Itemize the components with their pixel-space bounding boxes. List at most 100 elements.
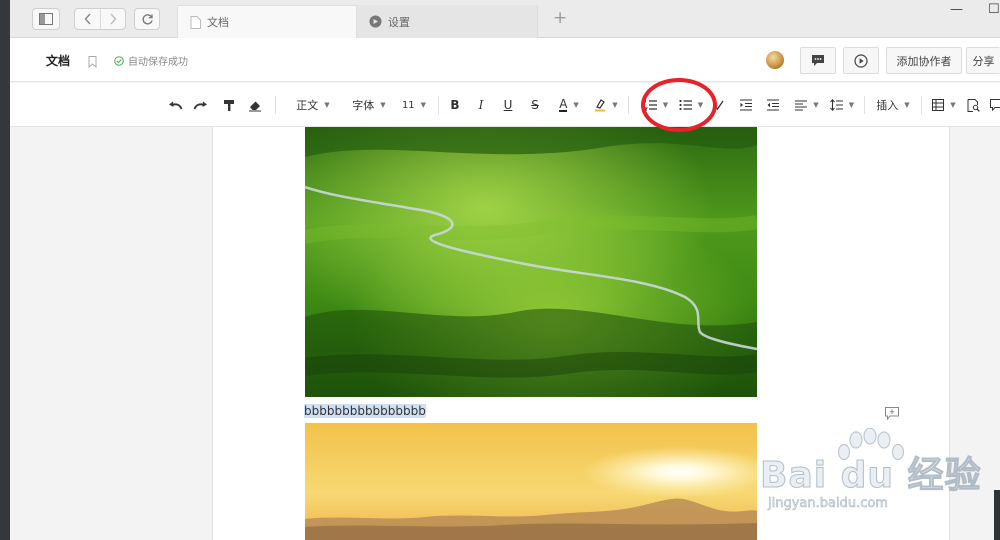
indent-decrease-button[interactable] <box>766 97 780 113</box>
font-color-dropdown[interactable]: A ▼ <box>554 97 584 113</box>
present-button[interactable] <box>843 47 879 74</box>
sunset-image <box>305 423 757 540</box>
caret-down-icon: ▼ <box>573 101 579 109</box>
strikethrough-button[interactable]: S <box>528 97 542 113</box>
insert-dropdown[interactable]: 插入 ▼ <box>876 97 910 113</box>
comment-insert-button[interactable] <box>990 97 1000 113</box>
formatting-toolbar: 正文 ▼ 字体 ▼ 11 ▼ B I U S A ▼ ▼ ▼ ▼ ▼ ▼ 插入 … <box>10 83 1000 127</box>
font-size-dropdown[interactable]: 11 ▼ <box>400 97 428 113</box>
separator <box>275 96 276 114</box>
bold-button[interactable]: B <box>448 97 462 113</box>
minimize-button[interactable]: — <box>950 2 963 17</box>
align-left-icon <box>795 99 808 111</box>
add-comment-icon[interactable] <box>885 405 899 424</box>
caret-down-icon: ▼ <box>697 101 704 109</box>
chevron-right-icon <box>110 13 117 25</box>
baidu-jingyan-watermark: Bai du 经验 jingyan.baidu.com <box>760 427 981 524</box>
bookmark-icon[interactable] <box>88 53 97 72</box>
separator <box>921 96 922 114</box>
app-window: 文档 设置 + — ☐ 文档 自动保存成功 添加协作者 分享 正文 ▼ 字体 ▼… <box>10 0 1000 540</box>
refresh-icon <box>142 13 153 24</box>
forward-button[interactable] <box>100 9 125 29</box>
save-status-text: 自动保存成功 <box>128 57 188 68</box>
indent-increase-icon <box>740 99 752 111</box>
table-dropdown[interactable]: ▼ <box>931 97 957 113</box>
caret-down-icon: ▼ <box>813 101 819 109</box>
line-spacing-icon <box>829 99 843 111</box>
insert-label: 插入 <box>876 99 899 112</box>
caret-down-icon: ▼ <box>904 101 910 109</box>
green-hills-image <box>305 127 757 397</box>
separator <box>628 96 629 114</box>
refresh-button[interactable] <box>134 8 160 30</box>
document-title[interactable]: 文档 <box>46 52 70 69</box>
caret-down-icon: ▼ <box>380 101 386 109</box>
font-family-dropdown[interactable]: 字体 ▼ <box>348 97 390 113</box>
document-text-line[interactable]: bbbbbbbbbbbbbbbb <box>304 404 426 418</box>
new-tab-button[interactable]: + <box>553 10 567 27</box>
scrollbar-track[interactable] <box>994 490 1000 540</box>
bulleted-list-dropdown[interactable]: ▼ <box>676 97 706 113</box>
add-collaborator-button[interactable]: 添加协作者 <box>886 47 962 74</box>
caret-down-icon: ▼ <box>950 101 956 109</box>
document-header: 文档 自动保存成功 添加协作者 分享 <box>10 38 1000 82</box>
document-icon <box>190 15 201 29</box>
tab-document[interactable]: 文档 <box>177 5 357 38</box>
undo-button[interactable] <box>166 97 184 113</box>
alignment-dropdown[interactable]: ▼ <box>794 97 820 113</box>
share-button[interactable]: 分享 <box>966 47 1000 74</box>
navigation-buttons <box>74 8 126 30</box>
paint-brush-icon <box>224 99 234 111</box>
checklist-icon <box>714 100 724 111</box>
separator <box>864 96 865 114</box>
green-hills-photo[interactable] <box>305 127 757 397</box>
tab-document-label: 文档 <box>207 16 229 29</box>
undo-icon <box>168 101 182 109</box>
sidebar-toggle-button[interactable] <box>32 8 60 30</box>
highlight-color-dropdown[interactable]: ▼ <box>592 97 620 113</box>
avatar[interactable] <box>766 51 784 69</box>
highlighter-icon <box>595 99 606 112</box>
clear-format-button[interactable] <box>247 97 263 113</box>
caret-down-icon: ▼ <box>848 101 855 109</box>
indent-decrease-icon <box>767 99 779 111</box>
font-family-value: 字体 <box>352 99 375 112</box>
sidebar-icon <box>39 13 53 25</box>
font-color-label: A <box>559 97 568 112</box>
document-search-icon <box>967 98 980 112</box>
comment-outline-icon <box>990 99 1000 111</box>
selected-text[interactable]: bbbbbbbbbbbbbbbb <box>304 404 426 418</box>
save-status: 自动保存成功 <box>114 53 188 68</box>
checklist-button[interactable] <box>713 97 725 113</box>
title-bar: 文档 设置 + — ☐ <box>10 0 1000 38</box>
line-spacing-dropdown[interactable]: ▼ <box>829 97 855 113</box>
separator <box>438 96 439 114</box>
paragraph-style-value: 正文 <box>296 99 319 112</box>
paragraph-style-dropdown[interactable]: 正文 ▼ <box>290 97 336 113</box>
tab-settings[interactable]: 设置 <box>357 5 538 38</box>
back-button[interactable] <box>75 9 100 29</box>
caret-down-icon: ▼ <box>612 101 618 109</box>
maximize-button[interactable]: ☐ <box>988 2 1000 17</box>
check-circle-icon <box>114 55 124 66</box>
sunset-mountains-photo[interactable] <box>305 423 757 540</box>
comment-icon <box>812 55 824 66</box>
italic-button[interactable]: I <box>474 97 488 113</box>
watermark-url: jingyan.baidu.com <box>768 496 888 512</box>
comments-button[interactable] <box>800 47 836 74</box>
chevron-left-icon <box>84 13 91 25</box>
bulleted-list-icon <box>679 99 692 111</box>
play-circle-icon <box>854 53 868 68</box>
tab-settings-label: 设置 <box>388 15 410 29</box>
redo-button[interactable] <box>191 97 209 113</box>
caret-down-icon: ▼ <box>420 101 427 109</box>
settings-icon <box>369 15 382 28</box>
find-replace-button[interactable] <box>966 97 980 113</box>
numbered-list-dropdown[interactable]: ▼ <box>642 97 670 113</box>
caret-down-icon: ▼ <box>662 101 669 109</box>
underline-button[interactable]: U <box>501 97 515 113</box>
indent-increase-button[interactable] <box>739 97 753 113</box>
eraser-icon <box>249 101 261 111</box>
font-size-value: 11 <box>401 99 415 111</box>
format-painter-button[interactable] <box>221 97 237 113</box>
